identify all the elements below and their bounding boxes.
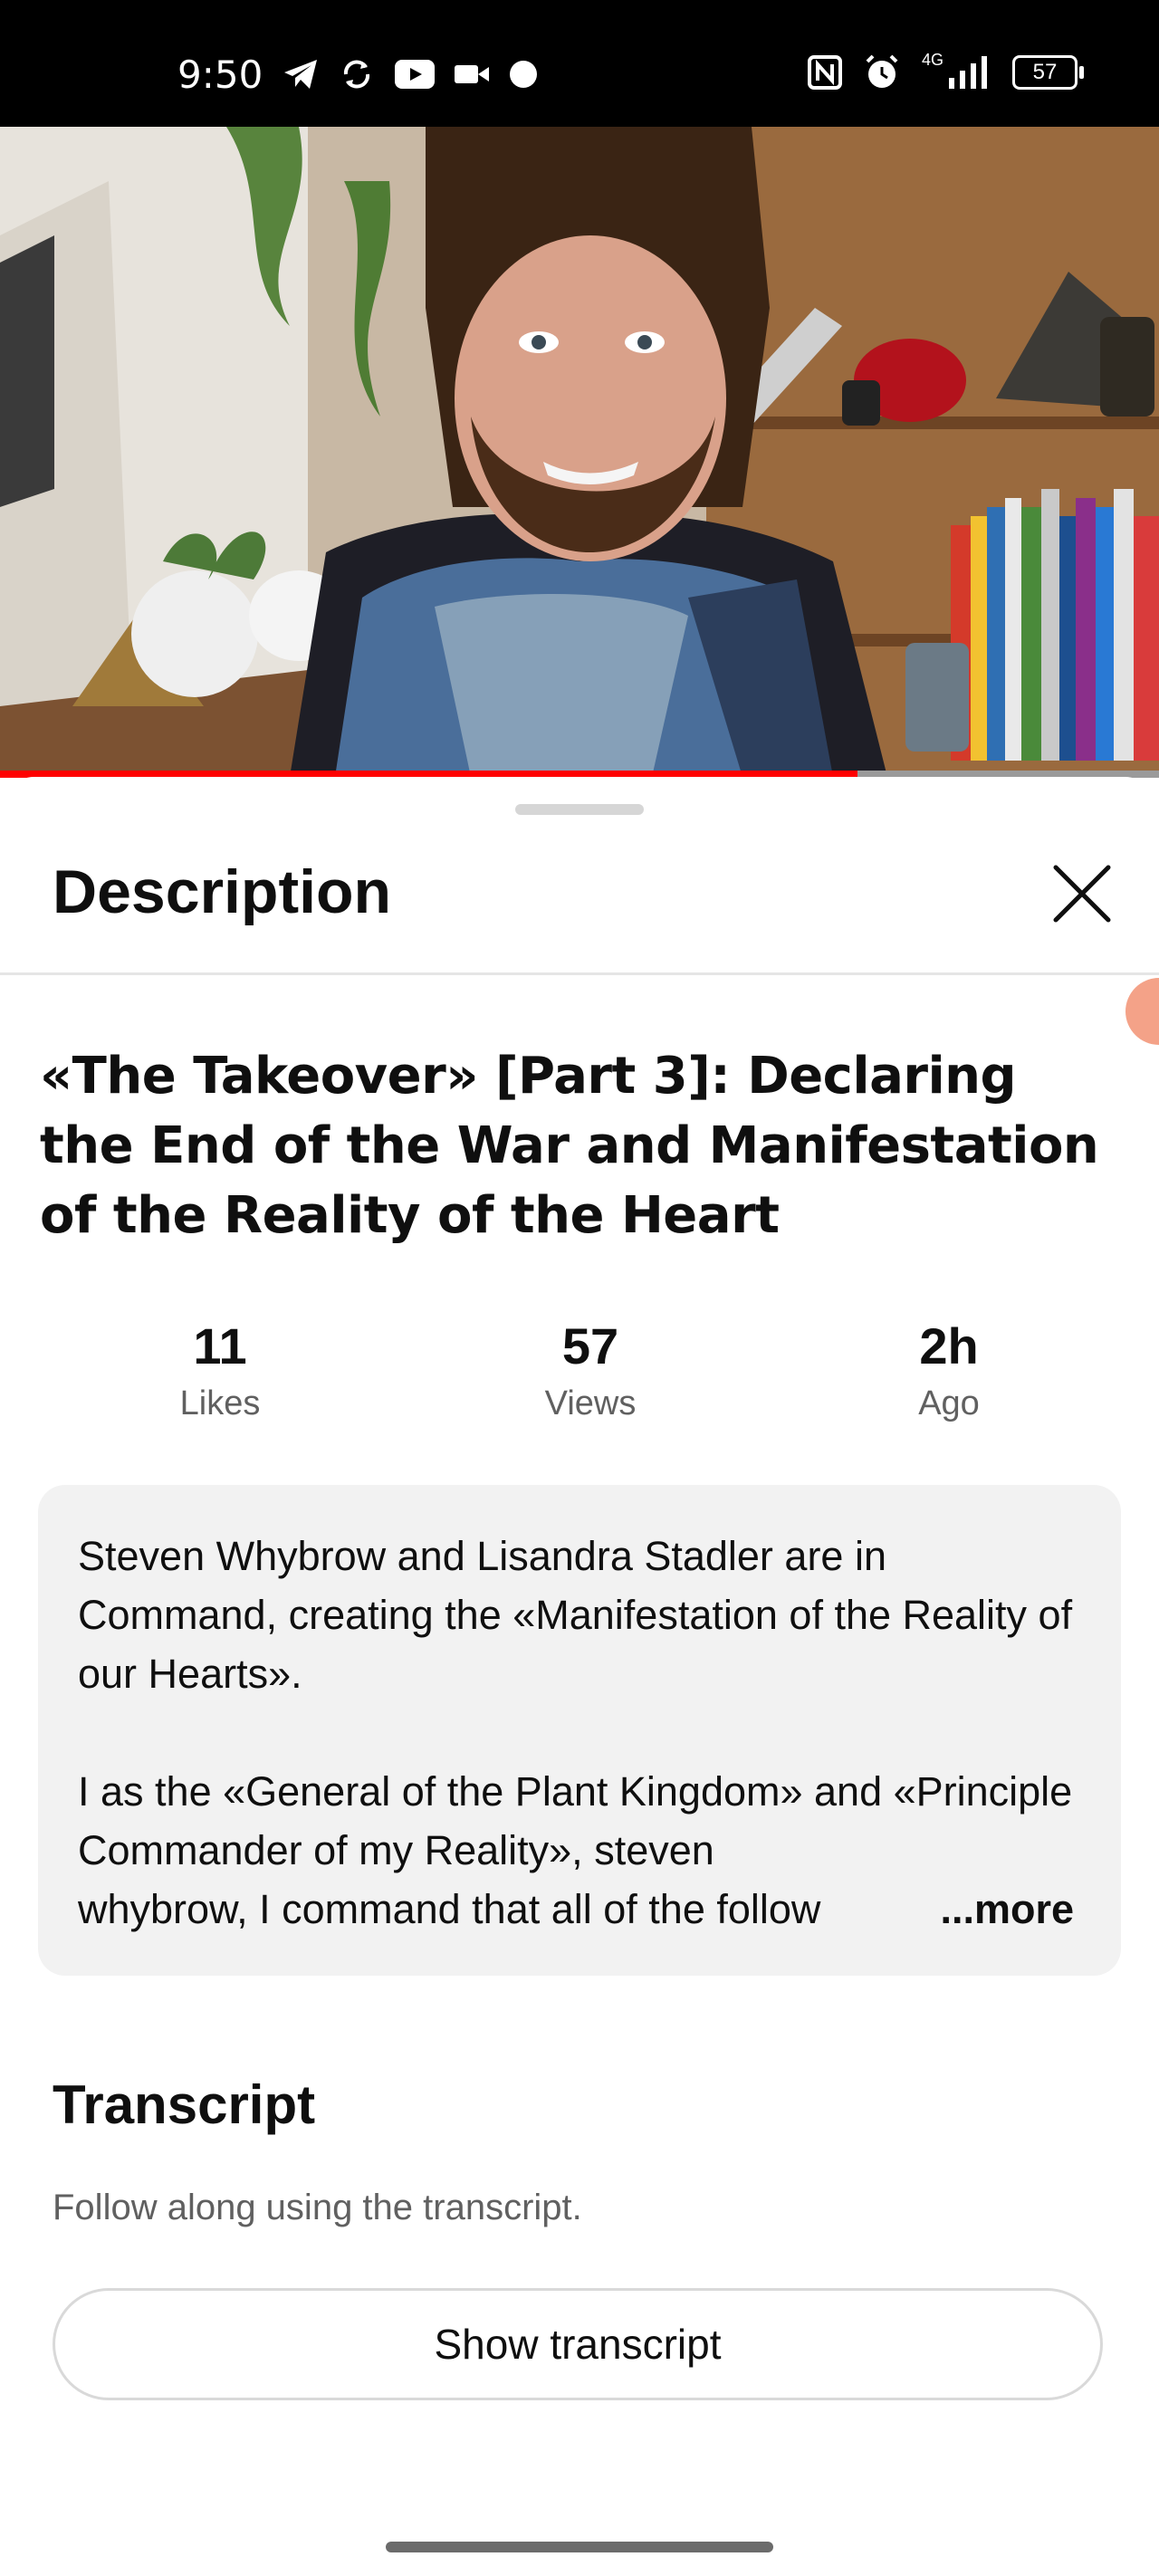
- description-paragraph: Steven Whybrow and Lisandra Stadler are …: [78, 1533, 1073, 1697]
- notification-icons: [283, 56, 538, 92]
- views-label: Views: [544, 1384, 637, 1422]
- likes-stat: 11 Likes: [111, 1315, 329, 1429]
- show-transcript-button[interactable]: Show transcript: [53, 2288, 1103, 2400]
- sync-icon: [343, 60, 370, 89]
- video-player[interactable]: [0, 127, 1159, 777]
- description-last-line: whybrow, I command that all of the follo…: [78, 1880, 1074, 1939]
- status-bar: 9:50 4G 57: [0, 0, 1159, 127]
- description-paragraph: I as the «General of the Plant Kingdom» …: [78, 1768, 1073, 1873]
- header-divider: [0, 972, 1159, 975]
- transcript-subtitle: Follow along using the transcript.: [53, 2188, 582, 2227]
- views-count: 57: [561, 1317, 619, 1374]
- description-truncated-text: whybrow, I command that all of the follo…: [78, 1886, 821, 1932]
- battery-indicator: 57: [1012, 55, 1084, 90]
- youtube-icon: [395, 60, 435, 89]
- age-stat: 2h Ago: [840, 1315, 1058, 1429]
- status-time: 9:50: [177, 53, 263, 97]
- video-camera-icon: [455, 65, 489, 83]
- network-type-label: 4G: [921, 50, 943, 69]
- dot-icon: [510, 61, 537, 88]
- nfc-icon: [807, 55, 842, 90]
- gesture-navigation-bar[interactable]: [386, 2542, 773, 2552]
- system-icons: 4G 57: [807, 50, 1084, 91]
- signal-icon: [949, 56, 987, 89]
- close-button[interactable]: [1050, 862, 1114, 925]
- likes-label: Likes: [179, 1384, 261, 1422]
- telegram-icon: [284, 60, 317, 89]
- description-text: Steven Whybrow and Lisandra Stadler are …: [78, 1527, 1074, 1939]
- alarm-icon: [866, 54, 898, 88]
- age-value: 2h: [919, 1317, 979, 1374]
- age-label: Ago: [918, 1384, 980, 1422]
- sheet-title: Description: [53, 857, 392, 926]
- video-frame-image: [0, 127, 1159, 777]
- likes-count: 11: [193, 1317, 247, 1374]
- transcript-heading: Transcript: [53, 2074, 316, 2135]
- views-stat: 57 Views: [482, 1315, 699, 1429]
- sheet-drag-handle[interactable]: [515, 804, 644, 815]
- close-icon: [1053, 865, 1111, 923]
- video-title: «The Takeover» [Part 3]: Declaring the E…: [40, 1047, 1099, 1245]
- more-link[interactable]: ...more: [876, 1880, 1074, 1939]
